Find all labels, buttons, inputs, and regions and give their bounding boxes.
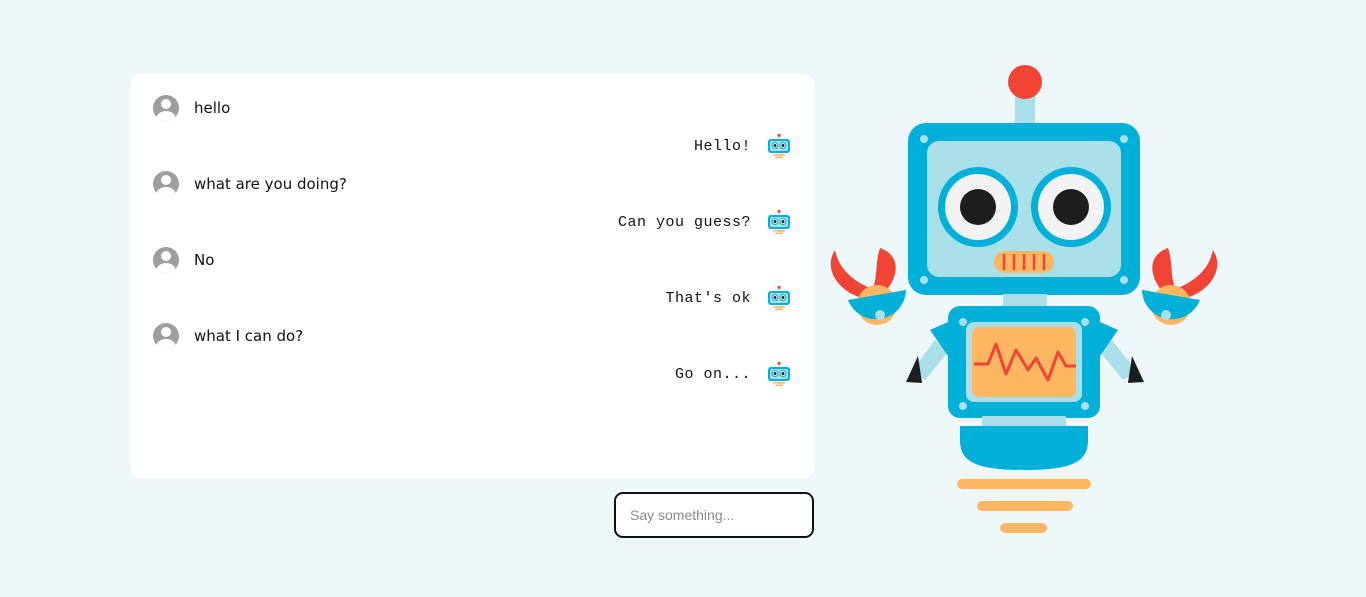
user-message: No [153, 247, 214, 273]
bot-message-text: That's ok [665, 289, 751, 307]
user-avatar-icon [153, 171, 179, 197]
user-message: what I can do? [153, 323, 303, 349]
bot-message: Go on... [675, 361, 792, 387]
user-avatar-icon [153, 323, 179, 349]
bot-message: Hello! [694, 133, 792, 159]
user-message-text: what I can do? [194, 327, 304, 345]
message-input[interactable] [614, 492, 814, 538]
robot-avatar-icon [768, 361, 790, 387]
user-message: hello [153, 95, 230, 121]
user-avatar-icon [153, 247, 179, 273]
user-message: what are you doing? [153, 171, 347, 197]
robot-illustration [830, 65, 1218, 533]
robot-avatar-icon [768, 209, 790, 235]
bot-message: Can you guess? [618, 209, 792, 235]
user-message-text: what are you doing? [194, 175, 347, 193]
chat-panel: hello Hello! what are you doing? Can you… [131, 74, 814, 478]
bot-message-text: Hello! [693, 137, 751, 155]
bot-message: That's ok [665, 285, 792, 311]
robot-avatar-icon [768, 285, 790, 311]
bot-message-text: Go on... [674, 365, 751, 383]
user-message-text: hello [194, 99, 231, 117]
robot-avatar-icon [768, 133, 790, 159]
bot-message-text: Can you guess? [617, 213, 751, 231]
user-avatar-icon [153, 95, 179, 121]
user-message-text: No [194, 251, 215, 269]
